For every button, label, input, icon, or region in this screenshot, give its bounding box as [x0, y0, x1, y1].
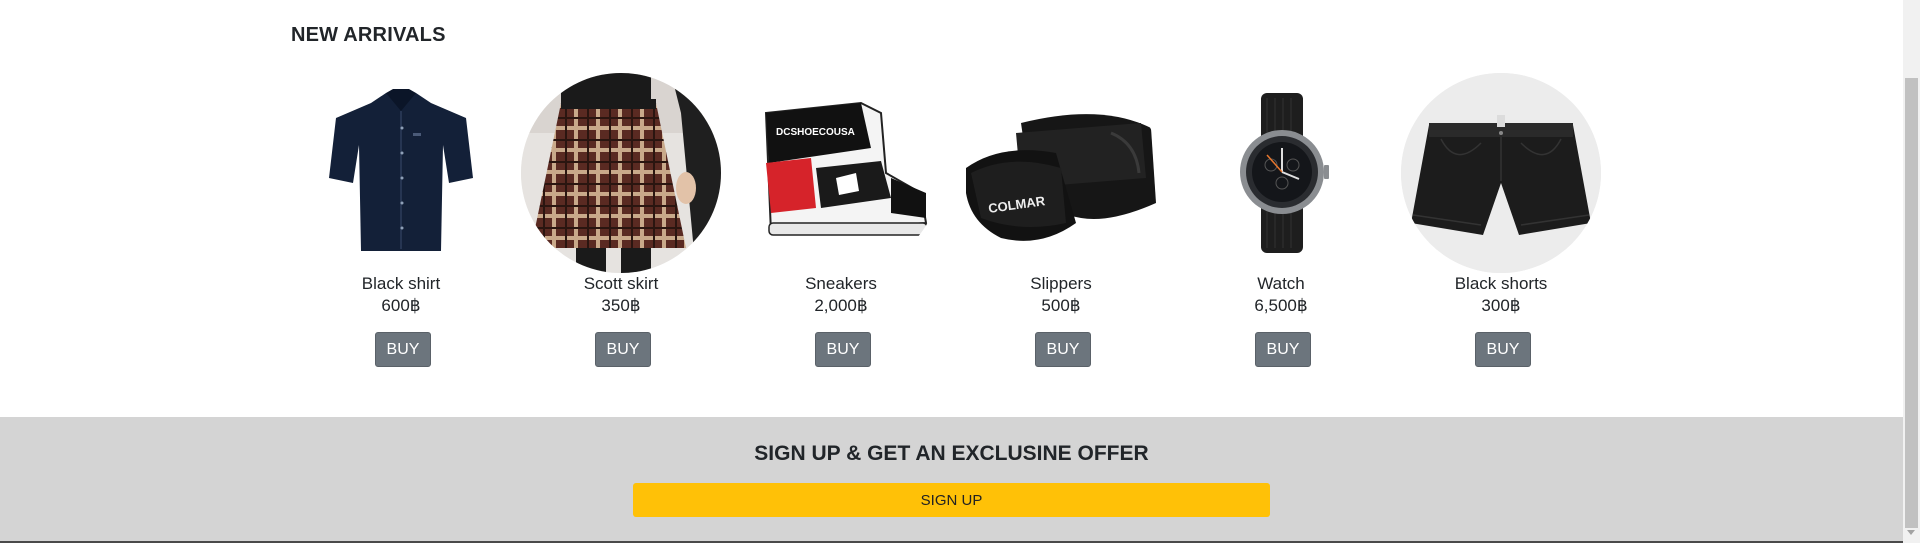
buy-button[interactable]: BUY	[1475, 332, 1531, 367]
product-card: Scott skirt 350฿ BUY	[511, 73, 731, 373]
product-name: Scott skirt	[583, 274, 659, 293]
signup-section: SIGN UP & GET AN EXCLUSINE OFFER SIGN UP	[0, 417, 1903, 543]
watch-image[interactable]	[1181, 73, 1381, 273]
buy-button[interactable]: BUY	[1255, 332, 1311, 367]
product-price: 350฿	[601, 296, 641, 315]
product-name: Black shorts	[1454, 274, 1548, 293]
vertical-scrollbar[interactable]	[1903, 0, 1920, 543]
scroll-down-arrow-icon[interactable]	[1907, 530, 1915, 535]
product-name: Watch	[1257, 274, 1305, 293]
product-card: Black shirt 600฿ BUY	[291, 73, 511, 373]
scrollbar-thumb[interactable]	[1905, 78, 1918, 528]
product-name: Slippers	[1030, 274, 1092, 293]
plaid-skirt-image[interactable]	[521, 73, 721, 273]
product-price: 500฿	[1041, 296, 1081, 315]
page: NEW ARRIVALS Black shirt 600฿ BUY Scott …	[0, 0, 1903, 543]
product-price: 300฿	[1481, 296, 1521, 315]
slipper-image[interactable]: COLMAR	[961, 73, 1161, 273]
svg-text:DCSHOECOUSA: DCSHOECOUSA	[776, 127, 855, 138]
product-card: COLMAR Slippers 500฿ BUY	[951, 73, 1171, 373]
black-shirt-image[interactable]	[301, 73, 501, 273]
product-card: DCSHOECOUSA Sneakers 2,000฿ BUY	[731, 73, 951, 373]
section-title: NEW ARRIVALS	[291, 24, 446, 46]
buy-button[interactable]: BUY	[375, 332, 431, 367]
signup-title: SIGN UP & GET AN EXCLUSINE OFFER	[754, 442, 1149, 465]
product-name: Black shirt	[361, 274, 441, 293]
buy-button[interactable]: BUY	[595, 332, 651, 367]
product-list: Black shirt 600฿ BUY Scott skirt 350฿ BU…	[291, 73, 1621, 373]
signup-button[interactable]: SIGN UP	[633, 483, 1270, 517]
buy-button[interactable]: BUY	[1035, 332, 1091, 367]
product-price: 2,000฿	[814, 296, 868, 315]
buy-button[interactable]: BUY	[815, 332, 871, 367]
product-price: 6,500฿	[1254, 296, 1308, 315]
product-name: Sneakers	[805, 274, 877, 293]
product-price: 600฿	[381, 296, 421, 315]
shorts-image[interactable]	[1401, 73, 1601, 273]
sneaker-image[interactable]: DCSHOECOUSA	[741, 73, 941, 273]
product-card: Black shorts 300฿ BUY	[1391, 73, 1611, 373]
product-card: Watch 6,500฿ BUY	[1171, 73, 1391, 373]
